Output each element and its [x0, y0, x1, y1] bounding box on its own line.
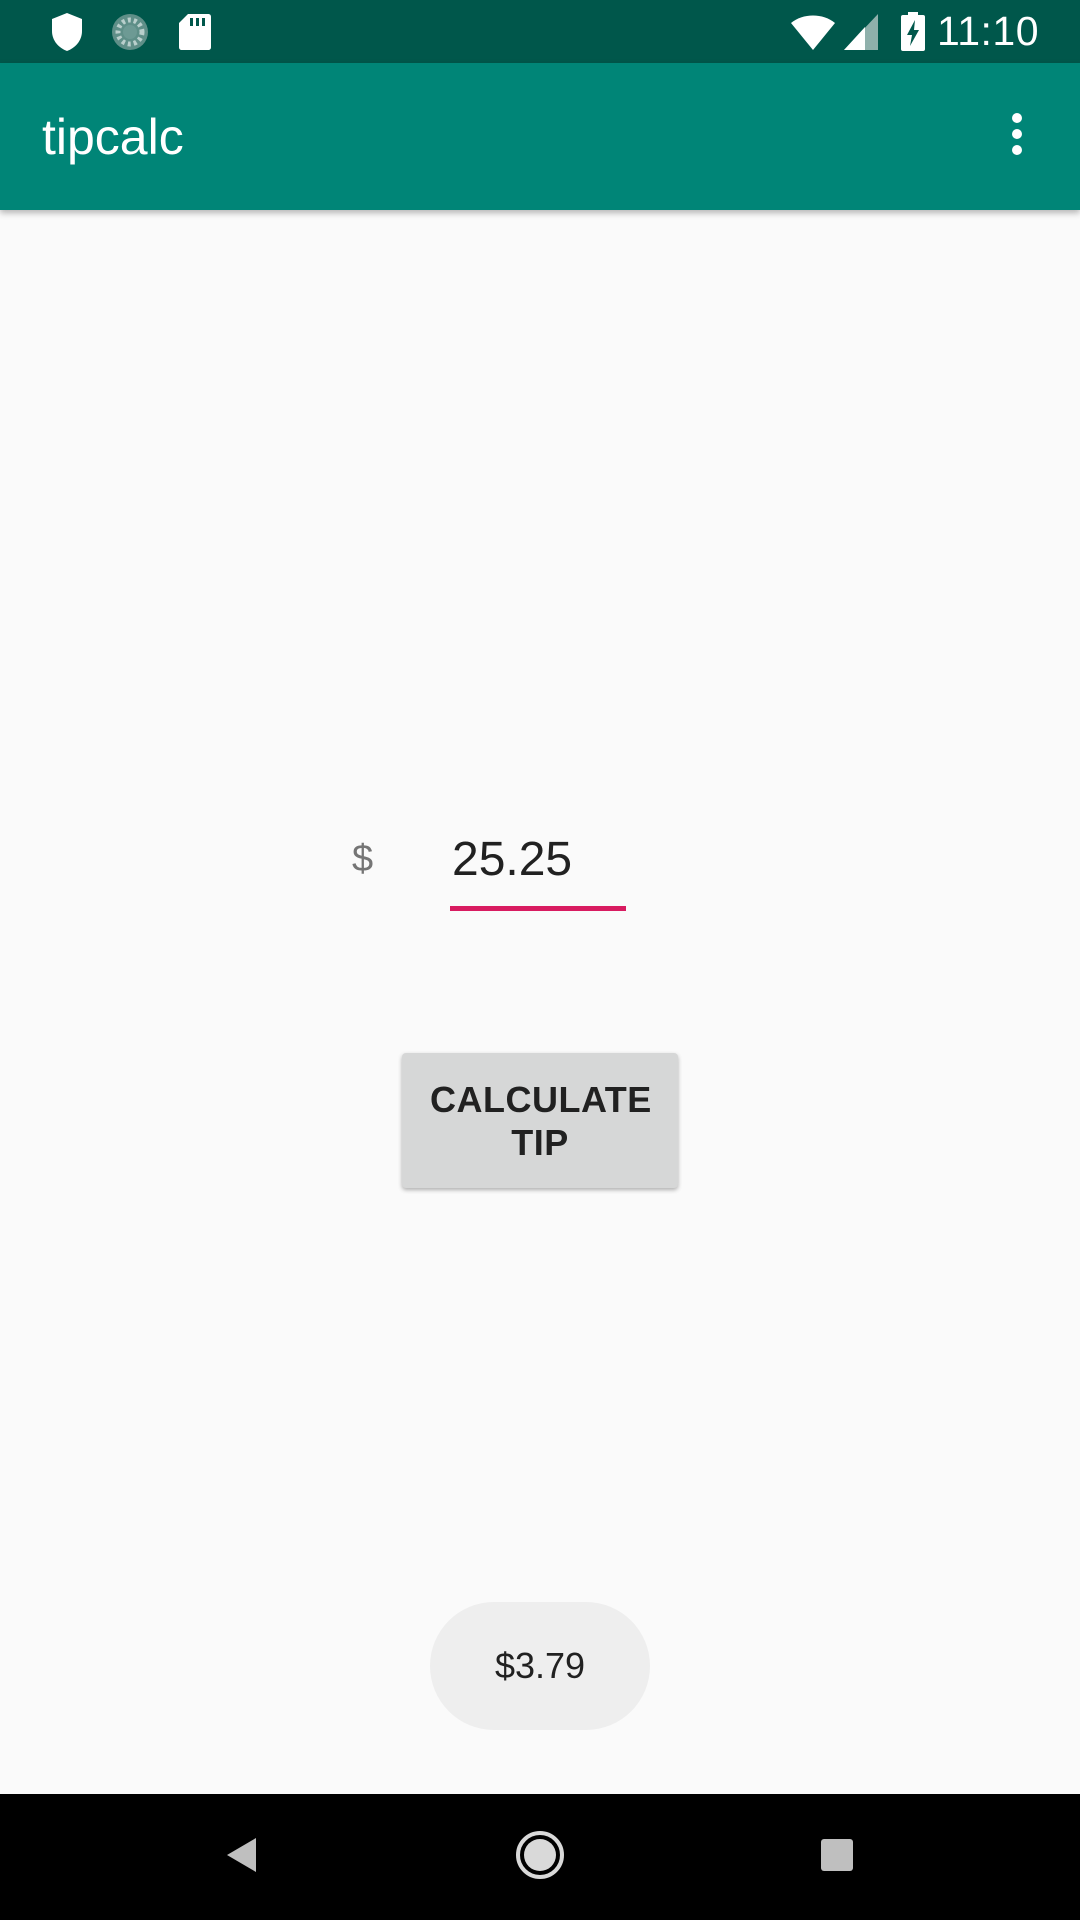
- recents-button[interactable]: [767, 1794, 907, 1920]
- status-bar: 11:10: [0, 0, 1080, 63]
- back-icon: [224, 1836, 258, 1879]
- shield-icon: [50, 0, 84, 63]
- recents-icon: [820, 1838, 854, 1877]
- wifi-icon: [790, 0, 836, 63]
- input-underline: [450, 906, 626, 911]
- more-options-button[interactable]: [954, 63, 1080, 210]
- home-icon: [515, 1830, 565, 1885]
- calculate-tip-label: CALCULATE TIP: [430, 1078, 652, 1163]
- calculate-tip-button[interactable]: CALCULATE TIP: [402, 1053, 678, 1188]
- back-button[interactable]: [171, 1794, 311, 1920]
- more-vert-icon: [1011, 112, 1023, 161]
- battery-charging-icon: [900, 0, 926, 63]
- signal-icon: [843, 0, 879, 63]
- navigation-bar: [0, 1794, 1080, 1920]
- bill-amount-value[interactable]: 25.25: [452, 832, 572, 887]
- app-title: tipcalc: [42, 108, 184, 165]
- sd-card-icon: [178, 0, 212, 63]
- app-bar: tipcalc: [0, 63, 1080, 210]
- status-time: 11:10: [936, 8, 1039, 54]
- sync-icon: [110, 0, 150, 63]
- home-button[interactable]: [470, 1794, 610, 1920]
- tip-result-toast: $3.79: [430, 1602, 650, 1730]
- bill-amount-input[interactable]: 25.25: [450, 820, 626, 912]
- tip-result-text: $3.79: [494, 1645, 586, 1686]
- currency-symbol: $: [352, 838, 374, 880]
